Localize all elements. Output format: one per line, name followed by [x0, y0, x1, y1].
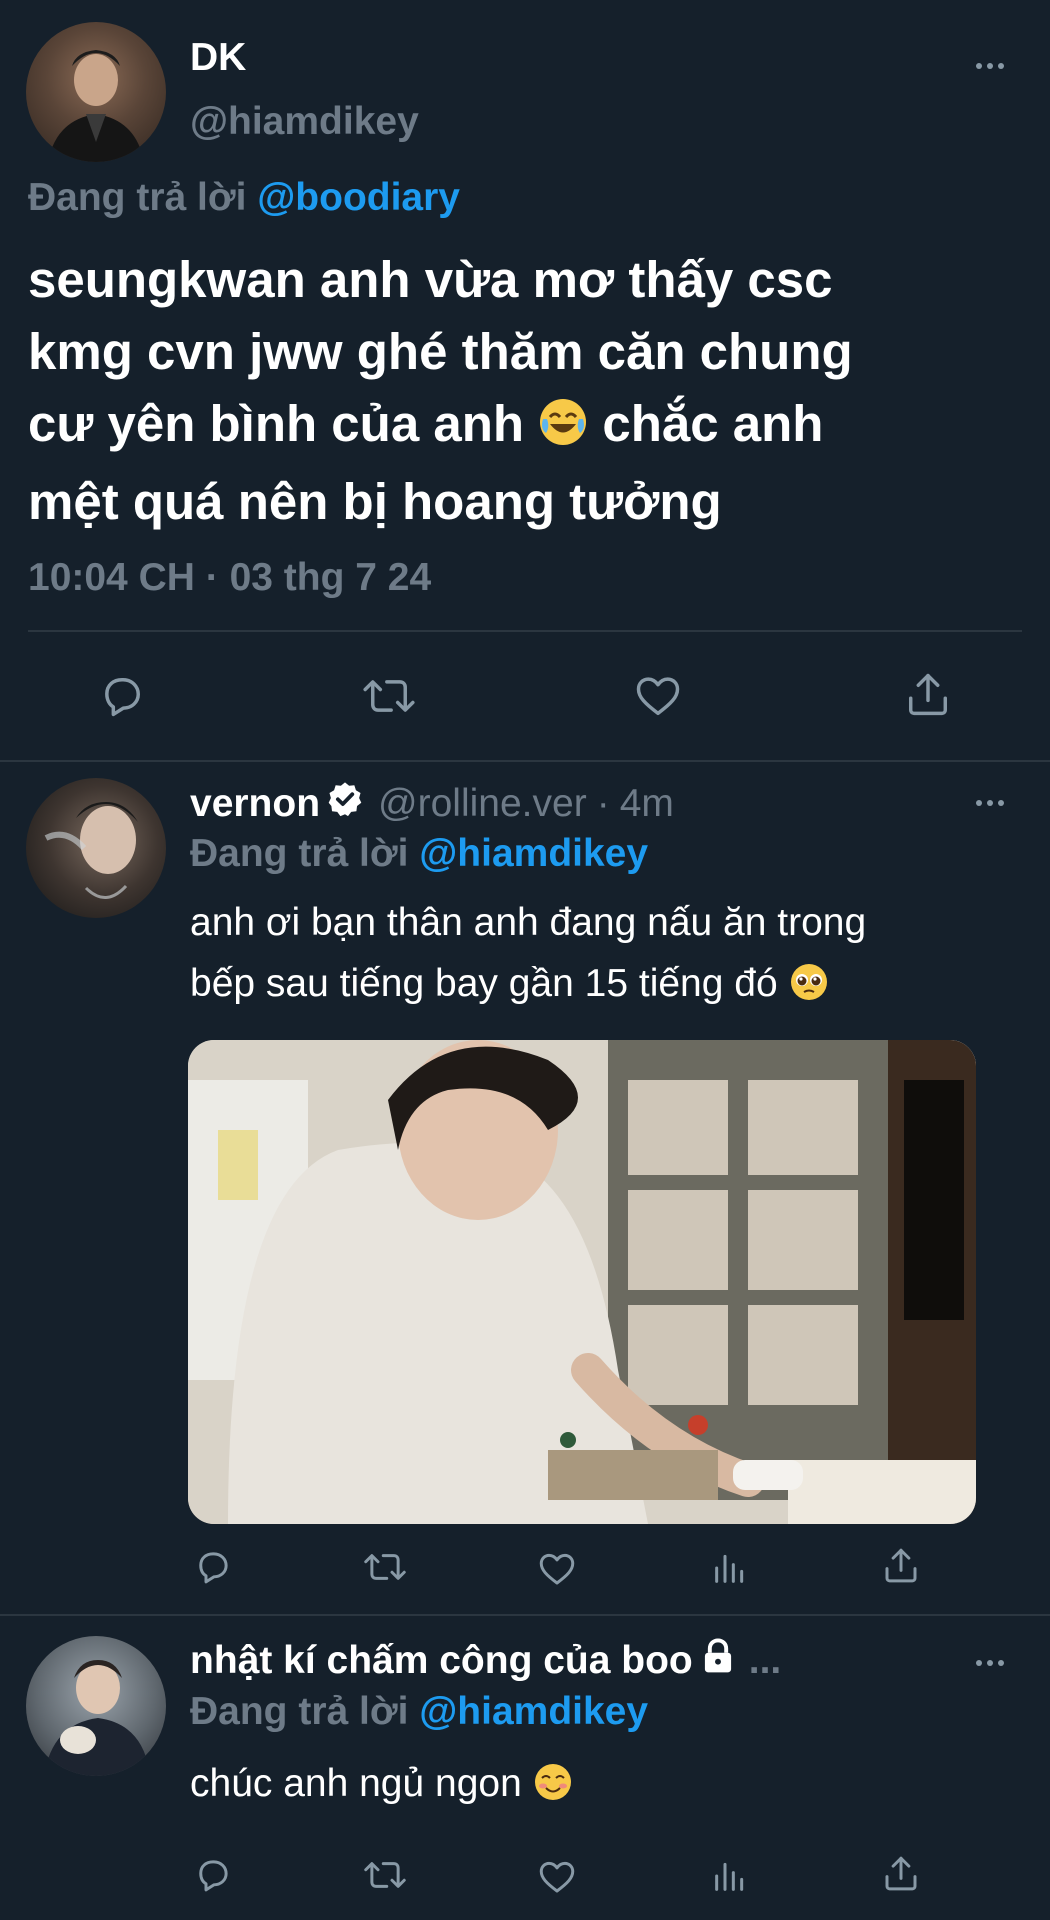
replying-prefix: Đang trả lời: [28, 176, 247, 219]
like-icon[interactable]: [536, 1548, 578, 1590]
tweet-text: anh ơi bạn thân anh đang nấu ăn trong bế…: [190, 892, 866, 1020]
video-still-image: [188, 1040, 976, 1524]
author-name[interactable]: vernon: [190, 782, 320, 826]
person-silhouette-icon: [48, 50, 144, 162]
share-icon[interactable]: [880, 1544, 922, 1588]
person-silhouette-icon: [44, 1660, 150, 1776]
tweet-text-line: cư yên bình của anh chắc anh: [28, 388, 853, 466]
tweet-timestamp[interactable]: 10:04 CH · 03 thg 7 24: [28, 556, 431, 600]
divider: [28, 630, 1022, 632]
verified-badge-icon: [326, 780, 364, 828]
like-icon[interactable]: [632, 670, 684, 722]
retweet-icon[interactable]: [362, 1854, 408, 1896]
reply-header: nhật kí chấm công của boo ...: [190, 1638, 781, 1684]
joy-emoji-icon: [538, 394, 588, 466]
more-options-icon[interactable]: [976, 800, 1004, 806]
smiling-face-emoji-icon: [533, 1762, 573, 1812]
truncation: ...: [748, 1639, 782, 1682]
retweet-icon[interactable]: [362, 1546, 408, 1588]
share-icon[interactable]: [880, 1852, 922, 1896]
person-silhouette-icon: [44, 802, 138, 899]
tweet-text-line: bếp sau tiếng bay gần 15 tiếng đó: [190, 953, 866, 1020]
retweet-icon[interactable]: [360, 670, 418, 722]
replying-to-handle[interactable]: @hiamdikey: [419, 832, 648, 875]
avatar-dk[interactable]: [26, 22, 166, 162]
reply-header: vernon @rolline.ver · 4m: [190, 780, 674, 828]
like-icon[interactable]: [536, 1856, 578, 1898]
tweet-text: chúc anh ngủ ngon: [190, 1762, 573, 1812]
replying-to-line: Đang trả lời @hiamdikey: [190, 1690, 649, 1733]
author-handle[interactable]: @rolline.ver: [378, 782, 587, 826]
replying-to-handle[interactable]: @hiamdikey: [419, 1690, 648, 1733]
pleading-face-emoji-icon: [789, 959, 829, 1020]
reply-icon[interactable]: [192, 1854, 234, 1896]
tweet-separator: [0, 1614, 1050, 1616]
share-icon[interactable]: [902, 668, 954, 722]
tweet-media-image[interactable]: [188, 1040, 976, 1524]
dot-separator: ·: [596, 782, 610, 825]
author-name[interactable]: DK: [190, 36, 246, 80]
tweet-text-line: anh ơi bạn thân anh đang nấu ăn trong: [190, 901, 867, 944]
replying-to-line: Đang trả lời @boodiary: [28, 176, 460, 220]
more-options-icon[interactable]: [976, 1660, 1004, 1666]
author-name[interactable]: nhật kí chấm công của boo: [190, 1639, 693, 1683]
tweet-separator: [0, 760, 1050, 762]
avatar-vernon[interactable]: [26, 778, 166, 918]
tweet-text-line: kmg cvn jww ghé thăm căn chung: [28, 323, 853, 380]
reply-icon[interactable]: [192, 1546, 234, 1588]
avatar-boo[interactable]: [26, 1636, 166, 1776]
reply-icon[interactable]: [96, 670, 148, 722]
replying-to-line: Đang trả lời @hiamdikey: [190, 832, 649, 875]
tweet-text-line: seungkwan anh vừa mơ thấy csc: [28, 251, 833, 308]
tweet-time[interactable]: 4m: [620, 782, 674, 826]
more-options-icon[interactable]: [976, 63, 1004, 69]
replying-to-handle[interactable]: @boodiary: [257, 176, 460, 219]
author-handle[interactable]: @hiamdikey: [190, 100, 419, 144]
tweet-text: seungkwan anh vừa mơ thấy csc kmg cvn jw…: [28, 244, 853, 538]
analytics-icon[interactable]: [710, 1856, 750, 1896]
analytics-icon[interactable]: [710, 1548, 750, 1588]
lock-icon: [701, 1638, 735, 1684]
tweet-text-line: mệt quá nên bị hoang tưởng: [28, 473, 722, 530]
